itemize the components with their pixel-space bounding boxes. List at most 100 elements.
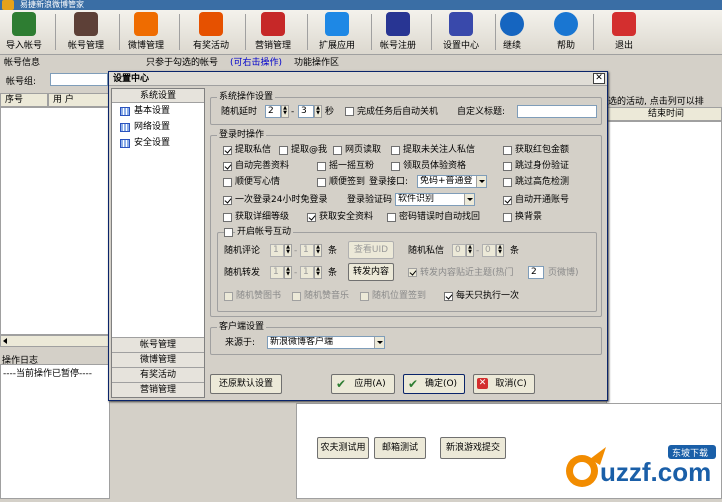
repost-max-input[interactable]: 1 bbox=[300, 266, 314, 279]
like-books-checkbox[interactable] bbox=[224, 292, 233, 301]
delay-min-input[interactable]: 2 bbox=[265, 105, 281, 118]
write-mood-checkbox[interactable] bbox=[223, 178, 232, 187]
cancel-button[interactable]: ✕ 取消(C) bbox=[473, 374, 535, 394]
nav-item-network[interactable]: 网络设置 bbox=[112, 119, 204, 135]
auto-shutdown-checkbox[interactable] bbox=[345, 107, 354, 116]
apply-button[interactable]: ✔ 应用(A) bbox=[331, 374, 395, 394]
toolbar-play-button[interactable]: 继续 bbox=[494, 12, 530, 53]
comment-max-input[interactable]: 1 bbox=[300, 244, 314, 257]
nav-weibo-manage[interactable]: 微博管理 bbox=[112, 352, 204, 367]
auto-profile-checkbox[interactable] bbox=[223, 162, 232, 171]
repost-min-input[interactable]: 1 bbox=[270, 266, 284, 279]
sign-in-checkbox[interactable] bbox=[317, 178, 326, 187]
dm-max-input[interactable]: 0 bbox=[482, 244, 496, 257]
detail-level-checkbox[interactable] bbox=[223, 213, 232, 222]
toolbar-account-manage-button[interactable]: 帐号管理 bbox=[62, 12, 110, 53]
comment-min-spinner[interactable]: ▲ ▼ bbox=[284, 244, 292, 257]
column-end-time[interactable]: 结束时间 bbox=[606, 107, 722, 121]
trial-member-checkbox[interactable] bbox=[391, 162, 400, 171]
right-click-link[interactable]: (可右击操作) bbox=[230, 56, 282, 70]
security-info-checkbox[interactable] bbox=[307, 213, 316, 222]
farmer-test-button[interactable]: 农夫测试用 bbox=[317, 437, 369, 459]
auto-open-account-checkbox[interactable] bbox=[503, 196, 512, 205]
dash: - bbox=[294, 268, 298, 278]
web-read-checkbox[interactable] bbox=[333, 146, 342, 155]
login-port-select[interactable]: 免码+普通登 bbox=[417, 175, 487, 188]
repost-max-spinner[interactable]: ▲ ▼ bbox=[314, 266, 322, 279]
delay-min-spinner[interactable]: ▲ ▼ bbox=[281, 105, 289, 118]
hot-topic-checkbox[interactable] bbox=[408, 268, 417, 277]
nav-prize-activity[interactable]: 有奖活动 bbox=[112, 367, 204, 382]
delay-max-input[interactable]: 3 bbox=[298, 105, 314, 118]
toolbar-weibo-manage-button[interactable]: 微博管理 bbox=[122, 12, 170, 53]
like-music-checkbox[interactable] bbox=[292, 292, 301, 301]
skip-risk-label: 跳过高危检测 bbox=[515, 177, 570, 187]
security-info-label: 获取安全资料 bbox=[319, 212, 374, 222]
account-list[interactable] bbox=[0, 107, 110, 335]
account-interaction-checkbox[interactable] bbox=[224, 228, 233, 237]
comment-min-input[interactable]: 1 bbox=[270, 244, 284, 257]
toolbar-extension-button[interactable]: 扩展应用 bbox=[312, 12, 362, 53]
nav-marketing[interactable]: 营销管理 bbox=[112, 382, 204, 397]
red-packet-label: 获取红包金额 bbox=[515, 145, 570, 155]
random-comment-label: 随机评论 bbox=[224, 246, 261, 256]
fetch-unfollowed-dm-checkbox[interactable] bbox=[391, 146, 400, 155]
skip-identity-checkbox[interactable] bbox=[503, 162, 512, 171]
source-select[interactable]: 新浪微博客户端 bbox=[267, 336, 385, 349]
horizontal-scrollbar[interactable] bbox=[0, 335, 110, 347]
column-user[interactable]: 用 户 bbox=[48, 93, 110, 107]
chevron-down-icon bbox=[476, 176, 486, 187]
restore-defaults-button[interactable]: 还原默认设置 bbox=[210, 374, 282, 394]
email-test-button[interactable]: 邮箱测试 bbox=[374, 437, 426, 459]
toolbar-settings-button[interactable]: 设置中心 bbox=[436, 12, 486, 53]
dm-unit: 条 bbox=[510, 246, 520, 256]
toolbar-help-button[interactable]: 帮助 bbox=[548, 12, 584, 53]
dm-min-input[interactable]: 0 bbox=[452, 244, 466, 257]
once-daily-checkbox[interactable] bbox=[444, 292, 453, 301]
toolbar-marketing-button[interactable]: 营销管理 bbox=[248, 12, 298, 53]
nav-system-settings[interactable]: 系统设置 bbox=[112, 89, 204, 103]
login-port-label: 登录接口: bbox=[369, 177, 409, 187]
toolbar-exit-button[interactable]: 退出 bbox=[610, 12, 638, 53]
close-icon[interactable]: ✕ bbox=[593, 73, 605, 84]
nav-account-manage[interactable]: 帐号管理 bbox=[112, 337, 204, 352]
skip-risk-checkbox[interactable] bbox=[503, 178, 512, 187]
custom-title-input[interactable] bbox=[517, 105, 597, 118]
captcha-select[interactable]: 软件识别 bbox=[395, 193, 475, 206]
activity-list[interactable] bbox=[606, 121, 722, 451]
password-recover-label: 密码错误时自动找回 bbox=[399, 212, 481, 222]
column-seq[interactable]: 序号 bbox=[0, 93, 48, 107]
fetch-dm-checkbox[interactable] bbox=[223, 146, 232, 155]
scroll-left-icon[interactable] bbox=[3, 338, 7, 344]
red-packet-checkbox[interactable] bbox=[503, 146, 512, 155]
location-sign-checkbox[interactable] bbox=[360, 292, 369, 301]
nav-item-basic[interactable]: 基本设置 bbox=[112, 103, 204, 119]
web-read-label: 网页读取 bbox=[345, 145, 382, 155]
sina-game-submit-button[interactable]: 新浪游戏提交 bbox=[440, 437, 506, 459]
ok-button[interactable]: ✔ 确定(O) bbox=[403, 374, 465, 394]
stay-login-24h-checkbox[interactable] bbox=[223, 196, 232, 205]
dm-max-spinner[interactable]: ▲ ▼ bbox=[496, 244, 504, 257]
toolbar-prize-activity-button[interactable]: 有奖活动 bbox=[186, 12, 236, 53]
shake-follow-checkbox[interactable] bbox=[317, 162, 326, 171]
account-group-select[interactable] bbox=[50, 73, 108, 86]
toolbar-register-button[interactable]: 帐号注册 bbox=[374, 12, 422, 53]
fetch-at-checkbox[interactable] bbox=[279, 146, 288, 155]
dm-min-spinner[interactable]: ▲ ▼ bbox=[466, 244, 474, 257]
hot-topic-pages-input[interactable]: 2 bbox=[528, 266, 544, 279]
delay-max-spinner[interactable]: ▲ ▼ bbox=[314, 105, 322, 118]
repost-min-spinner[interactable]: ▲ ▼ bbox=[284, 266, 292, 279]
hot-topic-label: 转发内容贴近主题(热门 bbox=[420, 268, 514, 278]
login-settings-group: 登录时操作 提取私信 提取@我 网页读取 提取未关注人私信 获取红包金额 自动完… bbox=[210, 129, 602, 317]
uzzf-logo-icon: uzzf.com 东坡下载 bbox=[566, 445, 716, 487]
view-uid-button[interactable]: 查看UID bbox=[348, 241, 394, 259]
nav-item-security[interactable]: 安全设置 bbox=[112, 135, 204, 151]
toolbar-import-button[interactable]: 导入帐号 bbox=[2, 12, 46, 53]
fetch-dm-label: 提取私信 bbox=[235, 145, 272, 155]
repost-content-button[interactable]: 转发内容 bbox=[348, 263, 394, 281]
password-recover-checkbox[interactable] bbox=[387, 213, 396, 222]
change-bg-checkbox[interactable] bbox=[503, 213, 512, 222]
comment-max-spinner[interactable]: ▲ ▼ bbox=[314, 244, 322, 257]
captcha-label: 登录验证码 bbox=[347, 195, 393, 205]
weibo-manage-icon bbox=[134, 12, 158, 36]
